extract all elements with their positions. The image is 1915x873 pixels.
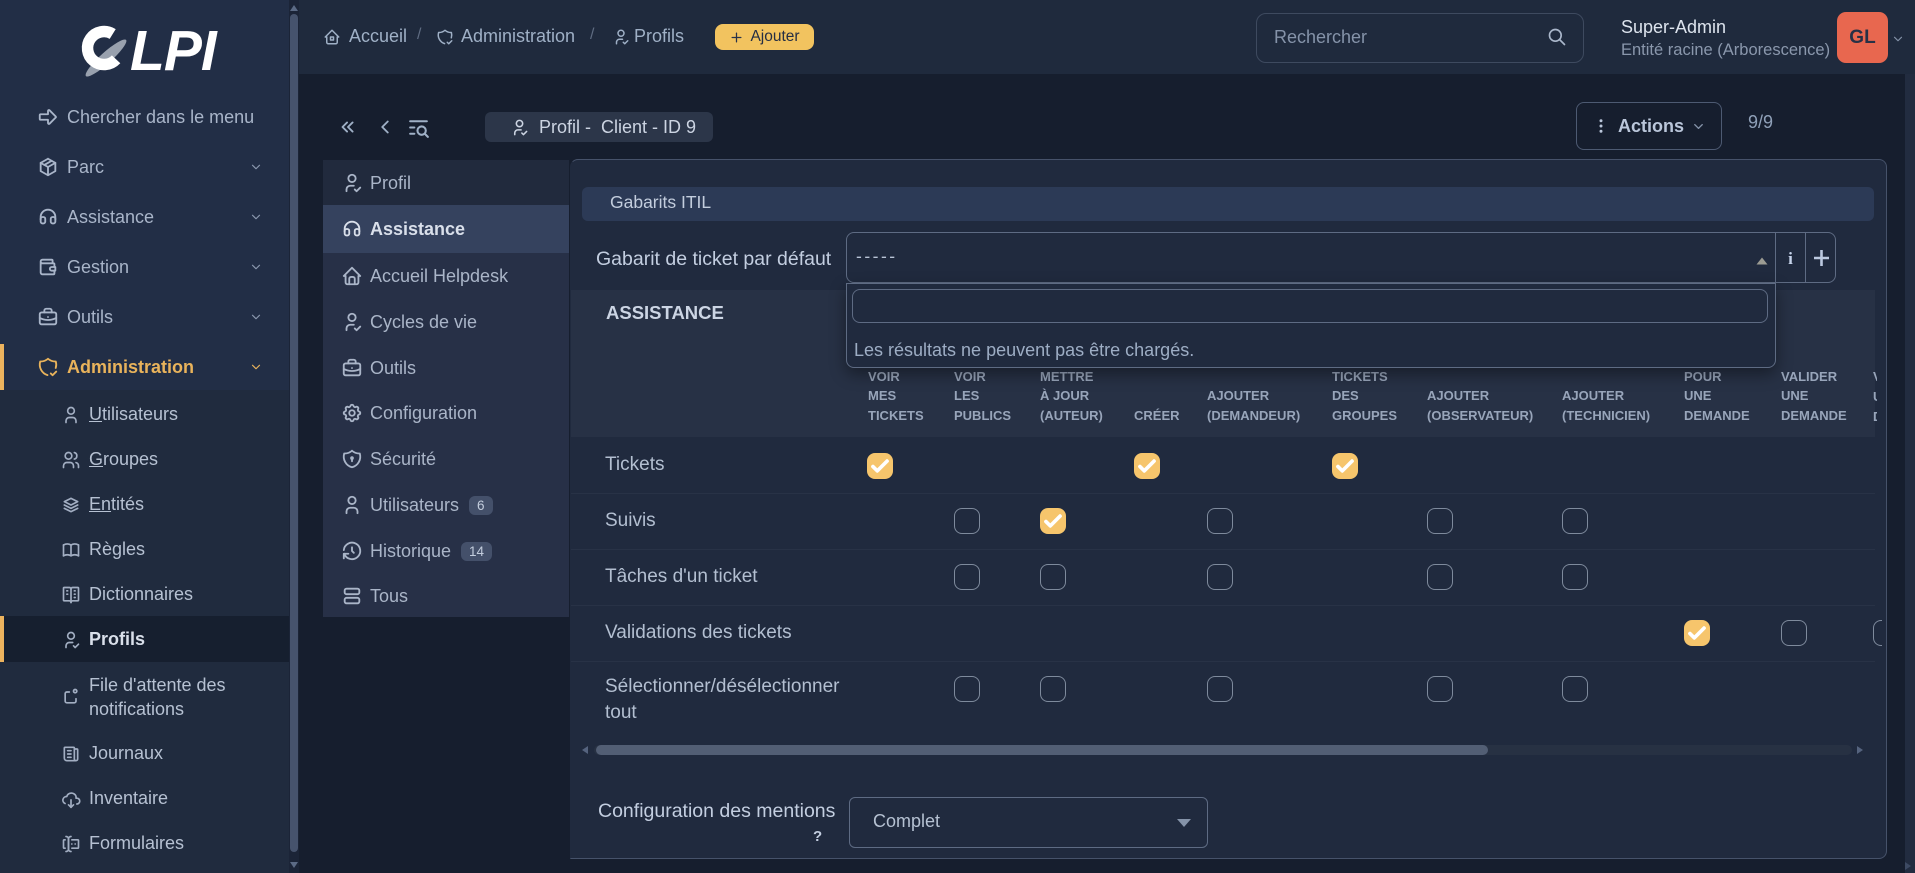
svg-text:LPI: LPI (130, 20, 218, 83)
